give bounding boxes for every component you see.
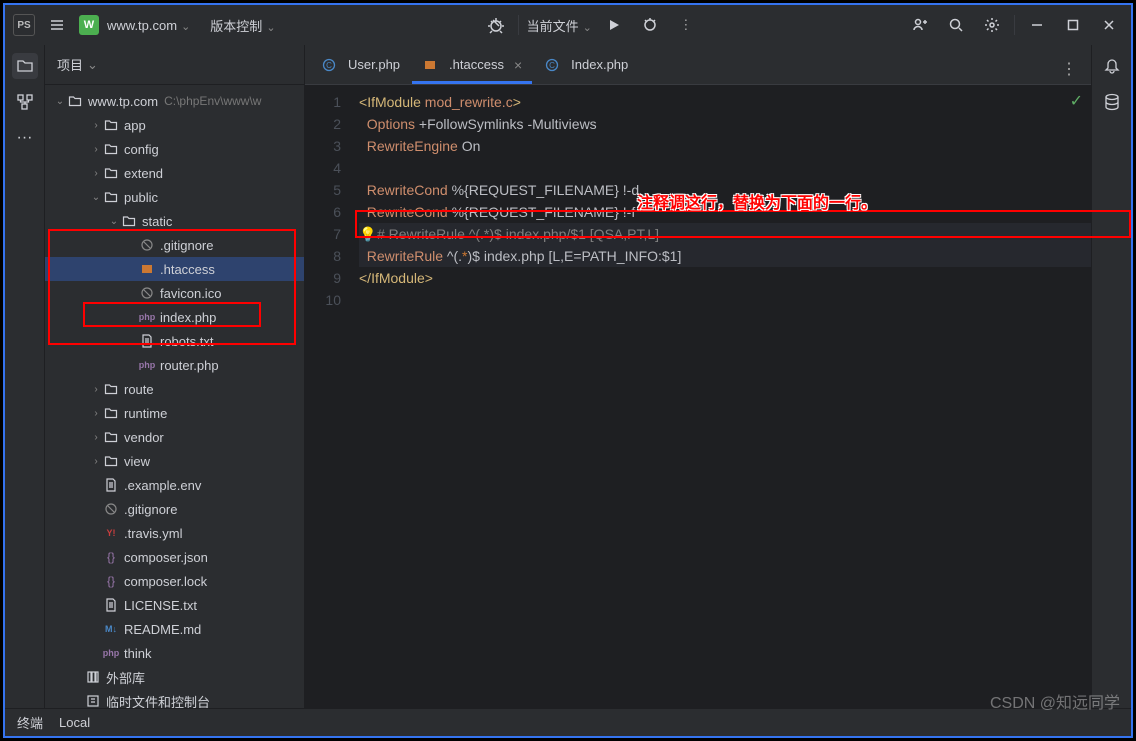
more-run-button[interactable]: ⋮ — [672, 11, 700, 39]
tree-row[interactable]: ›route — [45, 377, 304, 401]
tree-row[interactable]: 外部库 — [45, 665, 304, 689]
tree-row[interactable]: ›view — [45, 449, 304, 473]
editor-tabs: CUser.php.htaccess×CIndex.php ⋮ — [305, 45, 1091, 85]
titlebar: PS W www.tp.com 版本控制 当前文件 ⋮ — [5, 5, 1131, 45]
notifications-button[interactable] — [1099, 53, 1125, 79]
inspection-ok-icon: ✓ — [1070, 91, 1083, 113]
tab-close-icon[interactable]: × — [514, 57, 522, 73]
tree-row[interactable]: ›extend — [45, 161, 304, 185]
tree-row[interactable]: phpthink — [45, 641, 304, 665]
tree-row[interactable]: .gitignore — [45, 233, 304, 257]
debug-button[interactable] — [636, 11, 664, 39]
tree-row[interactable]: ›vendor — [45, 425, 304, 449]
tree-row[interactable]: 临时文件和控制台 — [45, 689, 304, 708]
tree-row[interactable]: ›runtime — [45, 401, 304, 425]
editor-tab[interactable]: CIndex.php — [534, 48, 638, 84]
editor-tab[interactable]: CUser.php — [311, 48, 410, 84]
tree-row[interactable]: phprouter.php — [45, 353, 304, 377]
tree-row-root[interactable]: ⌄www.tp.comC:\phpEnv\www\w — [45, 89, 304, 113]
project-tool-button[interactable] — [12, 53, 38, 79]
left-tool-rail: ··· — [5, 45, 45, 708]
watermark: CSDN @知远同学 — [990, 689, 1120, 713]
tree-row[interactable]: {}composer.json — [45, 545, 304, 569]
sidebar-title: 项目 — [57, 55, 83, 74]
tree-row[interactable]: phpindex.php — [45, 305, 304, 329]
minimize-button[interactable] — [1023, 11, 1051, 39]
code-content[interactable]: ✓ 注释调这行，替换为下面的一行。 💡 <IfModule mod_rewrit… — [353, 85, 1091, 708]
tree-row[interactable]: ›app — [45, 113, 304, 137]
tree-row[interactable]: ⌄public — [45, 185, 304, 209]
run-config[interactable]: 当前文件 — [527, 16, 592, 35]
vcs-menu[interactable]: 版本控制 — [210, 16, 275, 35]
tree-row[interactable]: robots.txt — [45, 329, 304, 353]
tree-row[interactable]: favicon.ico — [45, 281, 304, 305]
project-badge: W — [79, 15, 99, 35]
maximize-button[interactable] — [1059, 11, 1087, 39]
editor: CUser.php.htaccess×CIndex.php ⋮ 123456789… — [305, 45, 1091, 708]
tree-row[interactable]: ⌄static — [45, 209, 304, 233]
project-name[interactable]: www.tp.com — [107, 18, 190, 33]
tree-row[interactable]: ›config — [45, 137, 304, 161]
tree-row[interactable]: .gitignore — [45, 497, 304, 521]
code-with-me-icon[interactable] — [906, 11, 934, 39]
svg-text:C: C — [549, 61, 555, 70]
editor-tab[interactable]: .htaccess× — [412, 48, 532, 84]
main-menu-button[interactable] — [43, 11, 71, 39]
gutter: 12345678910 — [305, 85, 353, 708]
ide-logo: PS — [13, 14, 35, 36]
tree-row[interactable]: LICENSE.txt — [45, 593, 304, 617]
search-icon[interactable] — [942, 11, 970, 39]
tabs-more-button[interactable]: ⋮ — [1055, 55, 1083, 83]
local-tab[interactable]: Local — [59, 715, 90, 730]
settings-icon[interactable] — [978, 11, 1006, 39]
close-button[interactable] — [1095, 11, 1123, 39]
right-tool-rail — [1091, 45, 1131, 708]
tree-row[interactable]: .htaccess — [45, 257, 304, 281]
tree-row[interactable]: Y!.travis.yml — [45, 521, 304, 545]
bottom-bar: 终端 Local — [5, 708, 1131, 736]
debug-icon[interactable] — [482, 11, 510, 39]
tree-row[interactable]: {}composer.lock — [45, 569, 304, 593]
terminal-tab[interactable]: 终端 — [17, 713, 43, 732]
project-sidebar: 项目 ⌄ ⌄www.tp.comC:\phpEnv\www\w›app›conf… — [45, 45, 305, 708]
structure-tool-button[interactable] — [12, 89, 38, 115]
more-tool-button[interactable]: ··· — [12, 125, 38, 151]
annotation-text: 注释调这行，替换为下面的一行。 — [637, 193, 877, 215]
tree-row[interactable]: M↓README.md — [45, 617, 304, 641]
run-button[interactable] — [600, 11, 628, 39]
svg-text:C: C — [326, 61, 332, 70]
project-tree[interactable]: ⌄www.tp.comC:\phpEnv\www\w›app›config›ex… — [45, 85, 304, 708]
database-button[interactable] — [1099, 89, 1125, 115]
tree-row[interactable]: .example.env — [45, 473, 304, 497]
